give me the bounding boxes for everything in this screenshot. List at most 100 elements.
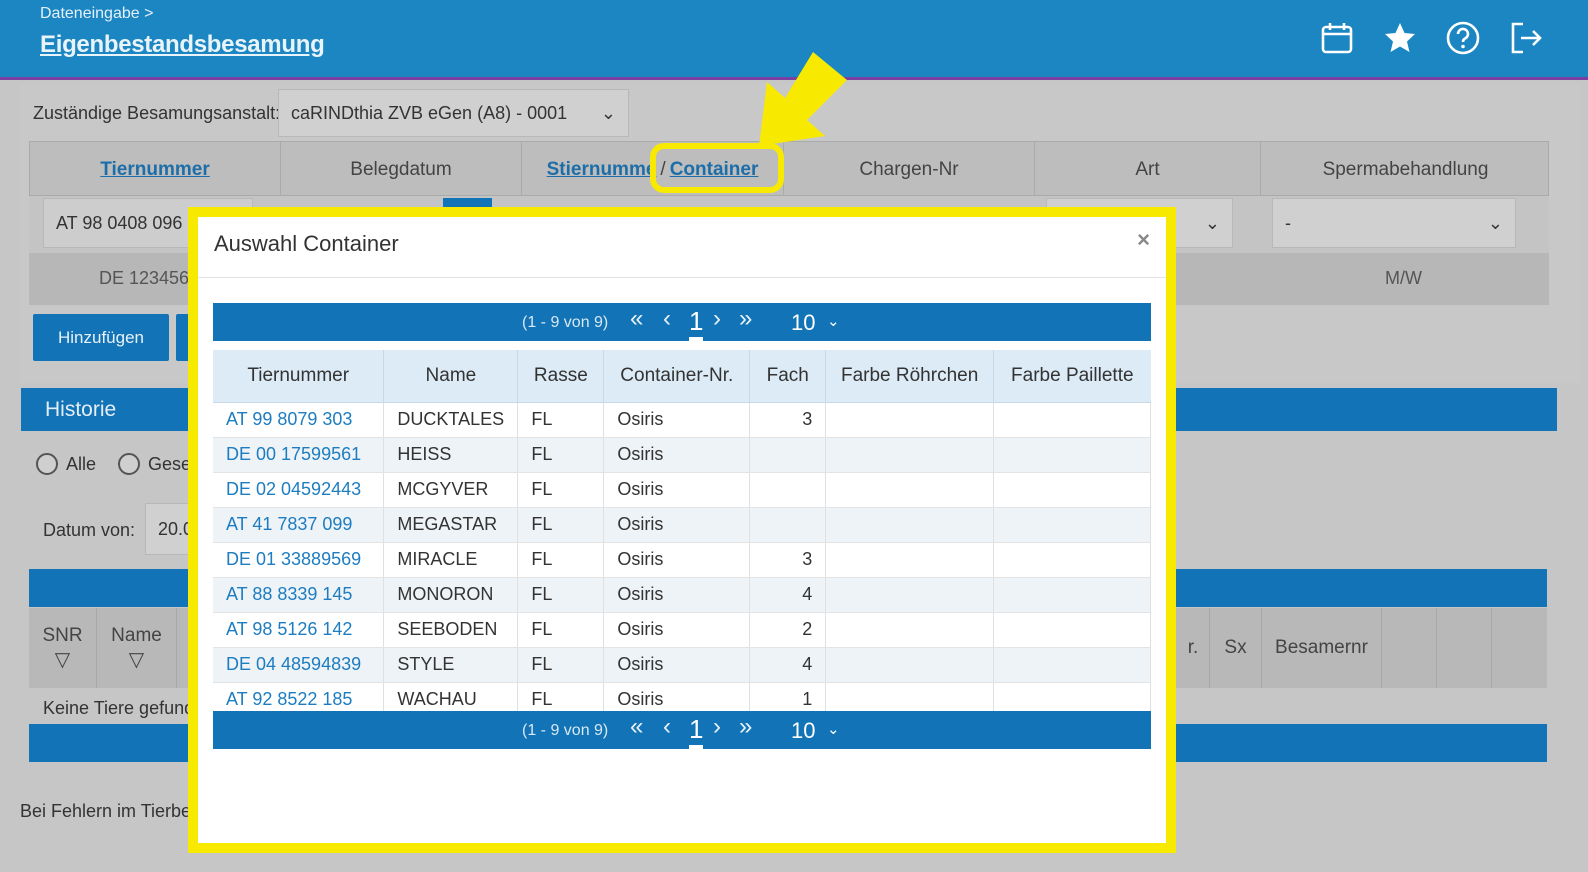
cell-fach: 2 — [749, 612, 827, 648]
next-page-icon[interactable]: › — [713, 305, 721, 333]
cell-tiernummer[interactable]: AT 98 5126 142 — [213, 612, 385, 648]
cell-fach — [749, 437, 827, 473]
col-chargen: Chargen-Nr — [859, 158, 959, 180]
cell-rasse: FL — [517, 437, 605, 473]
chevron-down-icon: ⌄ — [600, 102, 616, 123]
container-modal: Auswahl Container × (1 - 9 von 9) « ‹ 1 … — [188, 207, 1176, 853]
prev-page-icon[interactable]: ‹ — [663, 305, 671, 333]
cell-tiernummer[interactable]: DE 02 04592443 — [213, 472, 385, 508]
cell-roehrchen — [825, 542, 995, 578]
col-nr: r. — [1187, 637, 1199, 658]
col-art: Art — [1135, 158, 1160, 180]
radio-other[interactable] — [118, 453, 140, 475]
page-size[interactable]: 10 — [791, 718, 815, 744]
cell-name: MEGASTAR — [383, 507, 519, 543]
col-sx: Sx — [1224, 637, 1247, 658]
cell-rasse: FL — [517, 507, 605, 543]
page-title[interactable]: Eigenbestandsbesamung — [40, 31, 325, 59]
station-label: Zuständige Besamungsanstalt: — [33, 103, 281, 123]
next-page-icon[interactable]: › — [713, 713, 721, 741]
container-highlight — [650, 143, 784, 193]
cell-tiernummer[interactable]: DE 01 33889569 — [213, 542, 385, 578]
cell-tiernummer[interactable]: AT 99 8079 303 — [213, 402, 385, 438]
filter-icon[interactable]: ▽ — [129, 647, 144, 672]
th-paillette[interactable]: Farbe Paillette — [993, 350, 1151, 403]
col-name: Name — [111, 624, 162, 646]
add-button[interactable]: Hinzufügen — [33, 314, 169, 361]
breadcrumb[interactable]: Dateneingabe > — [40, 5, 153, 23]
cell-tiernummer[interactable]: DE 00 17599561 — [213, 437, 385, 473]
prev-page-icon[interactable]: ‹ — [663, 713, 671, 741]
cell-tiernummer[interactable]: AT 88 8339 145 — [213, 577, 385, 613]
cell-name: MCGYVER — [383, 472, 519, 508]
filter-icon[interactable]: ▽ — [55, 647, 70, 672]
col-stiernummer[interactable]: Stiernumme — [547, 159, 657, 181]
th-fach[interactable]: Fach — [749, 350, 827, 403]
cell-roehrchen — [825, 402, 995, 438]
col-tiernummer[interactable]: Tiernummer — [100, 159, 209, 181]
first-page-icon[interactable]: « — [630, 713, 643, 741]
pager-count: (1 - 9 von 9) — [522, 314, 609, 331]
table-row[interactable]: AT 99 8079 303 DUCKTALES FL Osiris 3 — [213, 402, 1151, 438]
sperma-select[interactable]: - ⌄ — [1272, 198, 1516, 248]
cell-container: Osiris — [603, 402, 751, 438]
station-value: caRINDthia ZVB eGen (A8) - 0001 — [291, 102, 568, 123]
cell-container: Osiris — [603, 542, 751, 578]
table-row[interactable]: DE 01 33889569 MIRACLE FL Osiris 3 — [213, 542, 1151, 578]
last-page-icon[interactable]: » — [739, 713, 752, 741]
close-icon[interactable]: × — [1137, 227, 1150, 253]
cell-name: SEEBODEN — [383, 612, 519, 648]
modal-title: Auswahl Container — [214, 231, 399, 256]
chevron-down-icon: ⌄ — [1204, 212, 1220, 233]
annotation-arrow-icon — [759, 52, 847, 146]
pager-top: (1 - 9 von 9) « ‹ 1 › » 10 ⌄ — [213, 303, 1151, 341]
cell-roehrchen — [825, 472, 995, 508]
cell-fach: 3 — [749, 542, 827, 578]
tiernummer-value: AT 98 0408 096 — [56, 212, 183, 233]
cell-roehrchen — [825, 577, 995, 613]
th-roehrchen[interactable]: Farbe Röhrchen — [825, 350, 995, 403]
current-page[interactable]: 1 — [689, 306, 703, 337]
calendar-icon[interactable] — [1317, 18, 1357, 58]
cell-roehrchen — [825, 437, 995, 473]
cell-tiernummer[interactable]: AT 41 7837 099 — [213, 507, 385, 543]
star-icon[interactable] — [1380, 18, 1420, 58]
th-name[interactable]: Name — [383, 350, 519, 403]
cell-fach: 4 — [749, 647, 827, 683]
cell-container: Osiris — [603, 472, 751, 508]
chevron-down-icon[interactable]: ⌄ — [827, 720, 840, 738]
cell-name: MIRACLE — [383, 542, 519, 578]
th-container[interactable]: Container-Nr. — [603, 350, 751, 403]
cell-fach — [749, 472, 827, 508]
page-size[interactable]: 10 — [791, 310, 815, 336]
th-rasse[interactable]: Rasse — [517, 350, 605, 403]
cell-container: Osiris — [603, 437, 751, 473]
radio-all[interactable] — [36, 453, 58, 475]
logout-icon[interactable] — [1506, 18, 1546, 58]
date-from-label: Datum von: — [43, 520, 136, 540]
cell-container: Osiris — [603, 507, 751, 543]
table-row[interactable]: DE 00 17599561 HEISS FL Osiris — [213, 437, 1151, 473]
cell-rasse: FL — [517, 542, 605, 578]
table-row[interactable]: AT 88 8339 145 MONORON FL Osiris 4 — [213, 577, 1151, 613]
chevron-down-icon[interactable]: ⌄ — [827, 312, 840, 330]
last-page-icon[interactable]: » — [739, 305, 752, 333]
table-row[interactable]: DE 02 04592443 MCGYVER FL Osiris — [213, 472, 1151, 508]
table-row[interactable]: AT 98 5126 142 SEEBODEN FL Osiris 2 — [213, 612, 1151, 648]
th-tiernummer[interactable]: Tiernummer — [213, 350, 385, 403]
current-page[interactable]: 1 — [689, 714, 703, 745]
cell-name: DUCKTALES — [383, 402, 519, 438]
cell-paillette — [993, 542, 1151, 578]
station-select[interactable]: caRINDthia ZVB eGen (A8) - 0001 ⌄ — [278, 89, 629, 137]
table-row[interactable]: DE 04 48594839 STYLE FL Osiris 4 — [213, 647, 1151, 683]
col-besamer: Besamernr — [1275, 637, 1368, 658]
table-row[interactable]: AT 41 7837 099 MEGASTAR FL Osiris — [213, 507, 1151, 543]
first-page-icon[interactable]: « — [630, 305, 643, 333]
chevron-down-icon: ⌄ — [1487, 212, 1503, 233]
cell-name: MONORON — [383, 577, 519, 613]
help-icon[interactable] — [1443, 18, 1483, 58]
cell-tiernummer[interactable]: DE 04 48594839 — [213, 647, 385, 683]
cell-name: STYLE — [383, 647, 519, 683]
col-sperma: Spermabehandlung — [1322, 158, 1489, 180]
sperma-value: - — [1285, 212, 1291, 233]
